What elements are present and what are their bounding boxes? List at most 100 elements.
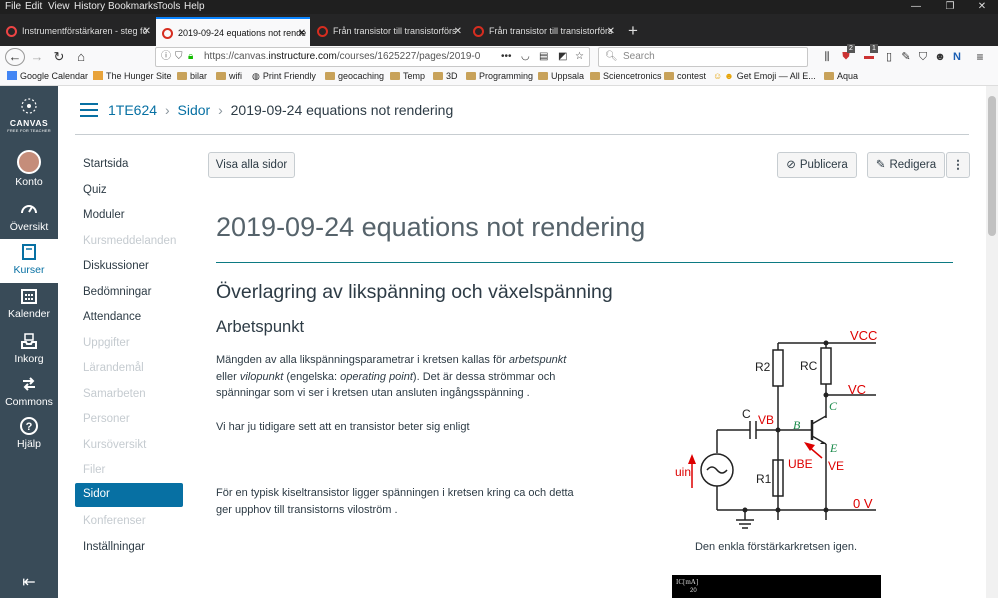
bookmark-wifi[interactable]: wifi — [216, 71, 242, 81]
folder-icon — [824, 72, 834, 80]
course-nav-discussions[interactable]: Diskussioner — [83, 260, 149, 272]
edit-icon[interactable]: ✎ — [899, 48, 913, 66]
account-icon[interactable]: ☻ — [933, 48, 947, 66]
screenshot-icon[interactable]: ◩ — [558, 48, 567, 66]
course-nav-collaborations[interactable]: Samarbeten — [83, 388, 146, 400]
nav-help[interactable]: ? Hjälp — [0, 416, 58, 450]
pencil-icon: ✎ — [875, 159, 886, 171]
restore-icon[interactable]: ❐ — [940, 0, 960, 14]
menu-tools[interactable]: Tools — [157, 1, 180, 12]
minimize-icon[interactable]: — — [906, 0, 926, 14]
home-button[interactable]: ⌂ — [73, 48, 89, 66]
course-nav-syllabus[interactable]: Kursöversikt — [83, 439, 146, 451]
info-icon[interactable]: ⓘ — [161, 48, 171, 66]
more-options-button[interactable]: ⋮ — [946, 152, 970, 178]
label-base: B — [793, 418, 801, 432]
new-tab-button[interactable]: + — [622, 17, 644, 46]
menu-bookmarks[interactable]: Bookmarks — [108, 1, 158, 12]
hamburger-menu-icon[interactable]: ≡ — [972, 48, 988, 66]
scrollbar-thumb[interactable] — [988, 96, 996, 236]
menu-history[interactable]: History — [74, 1, 105, 12]
page-actions-icon[interactable]: ••• — [501, 48, 512, 66]
help-icon: ? — [20, 417, 38, 435]
reload-button[interactable]: ↻ — [51, 48, 67, 66]
bookmark-hunger-site[interactable]: The Hunger Site — [93, 71, 172, 81]
n-extension-icon[interactable]: N — [950, 48, 964, 66]
nav-dashboard[interactable]: Översikt — [0, 199, 58, 233]
bookmark-label: The Hunger Site — [106, 71, 172, 81]
bookmark-bilar[interactable]: bilar — [177, 71, 207, 81]
course-nav-assignments[interactable]: Uppgifter — [83, 337, 130, 349]
ublock-icon[interactable]: ⛊ 2 — [839, 44, 855, 66]
menu-bar: File Edit View History Bookmarks Tools H… — [0, 0, 998, 14]
tab-fran-transistor-1[interactable]: Från transistor till transistorförs ✕ — [311, 17, 466, 46]
course-nav-conferences[interactable]: Konferenser — [83, 515, 146, 527]
course-nav-pages[interactable]: Sidor — [75, 483, 183, 507]
close-window-icon[interactable]: ✕ — [972, 0, 992, 14]
forward-button[interactable]: → — [29, 48, 45, 66]
pocket-icon[interactable]: ◡ — [521, 48, 530, 66]
hamburger-icon[interactable] — [80, 103, 98, 117]
nav-commons[interactable]: Commons — [0, 374, 58, 408]
menu-view[interactable]: View — [48, 1, 70, 12]
url-bar[interactable]: ⓘ ⛉ 🔒︎ https://canvas.instructure.com/co… — [155, 47, 590, 67]
course-nav-outcomes[interactable]: Lärandemål — [83, 362, 144, 374]
publish-button[interactable]: ⊘ Publicera — [777, 152, 857, 178]
bookmark-get-emoji[interactable]: ☺ ☻ Get Emoji — All E... — [713, 71, 816, 81]
bookmark-aqua[interactable]: Aqua — [824, 71, 858, 81]
reader-view-icon[interactable]: ▤ — [539, 48, 548, 66]
menu-edit[interactable]: Edit — [25, 1, 42, 12]
label-rc: RC — [800, 359, 818, 373]
shield-icon[interactable]: ⛉ — [175, 48, 183, 66]
bookmark-google-calendar[interactable]: Google Calendar — [7, 71, 88, 81]
nav-calendar[interactable]: Kalender — [0, 286, 58, 320]
course-nav-attendance[interactable]: Attendance — [83, 311, 141, 323]
publish-label: Publicera — [799, 159, 848, 171]
bookmark-geocaching[interactable]: geocaching — [325, 71, 384, 81]
close-tab-icon[interactable]: ✕ — [607, 17, 615, 46]
breadcrumb-course[interactable]: 1TE624 — [108, 102, 157, 118]
back-button[interactable]: ← — [5, 48, 25, 66]
breadcrumb-pages[interactable]: Sidor — [178, 102, 211, 118]
close-tab-icon[interactable]: ✕ — [143, 17, 151, 46]
course-nav-settings[interactable]: Inställningar — [83, 541, 145, 553]
course-nav-grades[interactable]: Bedömningar — [83, 286, 151, 298]
page-scrollbar[interactable] — [986, 86, 998, 598]
course-nav-people[interactable]: Personer — [83, 413, 130, 425]
menu-help[interactable]: Help — [184, 1, 205, 12]
bookmark-3d[interactable]: 3D — [433, 71, 458, 81]
bookmark-contest[interactable]: contest — [664, 71, 706, 81]
bookmark-programming[interactable]: Programming — [466, 71, 533, 81]
collapse-nav-icon[interactable]: ⇤ — [0, 572, 58, 592]
edit-button[interactable]: ✎ Redigera — [867, 152, 945, 178]
course-nav-quizzes[interactable]: Quiz — [83, 184, 107, 196]
bookmark-temp[interactable]: Temp — [390, 71, 425, 81]
menu-file[interactable]: File — [5, 1, 21, 12]
tab-instrumentforstarkaren[interactable]: Instrumentförstärkaren - steg fö ✕ — [0, 17, 155, 46]
shield-extension-icon[interactable]: ⛉ — [916, 48, 930, 66]
bookmark-label: bilar — [190, 71, 208, 81]
course-nav-modules[interactable]: Moduler — [83, 209, 125, 221]
course-nav-files[interactable]: Filer — [83, 464, 105, 476]
header-divider — [75, 134, 969, 135]
nav-account[interactable]: Konto — [0, 150, 58, 188]
bookmark-star-icon[interactable]: ☆ — [575, 48, 584, 66]
navigation-toolbar: ← → ↻ ⌂ ⓘ ⛉ 🔒︎ https://canvas.instructur… — [0, 44, 998, 68]
course-nav-announcements[interactable]: Kursmeddelanden — [83, 235, 176, 247]
bookmark-uppsala[interactable]: Uppsala — [538, 71, 584, 81]
canvas-logo[interactable]: CANVAS FREE FOR TEACHER — [0, 96, 58, 133]
tab-equations[interactable]: 2019-09-24 equations not rende ✕ — [156, 17, 310, 46]
nav-courses[interactable]: Kurser — [0, 239, 58, 283]
search-input[interactable]: 🔍︎ Search — [598, 47, 808, 67]
view-all-pages-button[interactable]: Visa alla sidor — [208, 152, 295, 178]
close-tab-icon[interactable]: ✕ — [454, 17, 462, 46]
course-nav-home[interactable]: Startsida — [83, 158, 128, 170]
library-icon[interactable]: ⫼ — [820, 48, 834, 66]
bookmark-sciencetronics[interactable]: Sciencetronics — [590, 71, 662, 81]
close-tab-icon[interactable]: ✕ — [298, 19, 306, 46]
tab-fran-transistor-2[interactable]: Från transistor till transistorförs ✕ — [467, 17, 619, 46]
nav-inbox[interactable]: Inkorg — [0, 331, 58, 365]
sidebar-icon[interactable]: ▯ — [882, 48, 896, 66]
bookmark-print-friendly[interactable]: ◍ Print Friendly — [252, 71, 316, 82]
extension-icon[interactable]: ▬ 1 — [862, 44, 878, 66]
